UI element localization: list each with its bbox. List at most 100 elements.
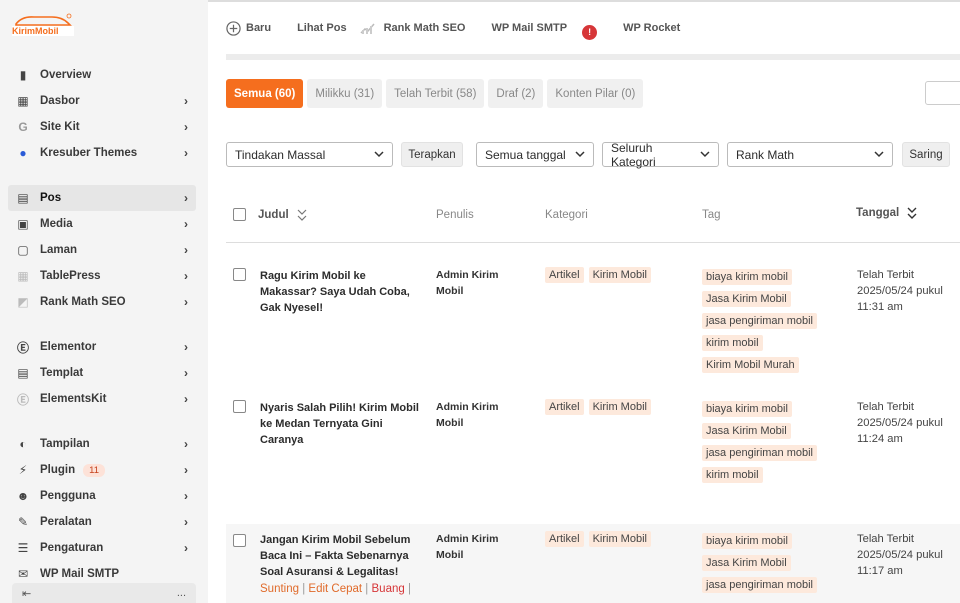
chevron-right-icon: › bbox=[184, 463, 188, 477]
post-title-link[interactable]: Ragu Kirim Mobil ke Makassar? Saya Udah … bbox=[260, 268, 420, 316]
sidebar-item-media[interactable]: ▣ Media › bbox=[8, 211, 196, 237]
category-chip[interactable]: Artikel bbox=[545, 267, 584, 283]
filter-tab[interactable]: Semua (60) bbox=[226, 79, 304, 108]
tag-chip[interactable]: biaya kirim mobil bbox=[702, 401, 792, 417]
tag-chip[interactable]: biaya kirim mobil bbox=[702, 533, 792, 549]
filter-button[interactable]: Saring bbox=[902, 142, 950, 167]
tag-chip[interactable]: kirim mobil bbox=[702, 467, 763, 483]
row-actions: Sunting | Edit Cepat | Buang | bbox=[260, 583, 411, 595]
sidebar-item-site-kit[interactable]: G Site Kit › bbox=[8, 114, 196, 140]
chevron-down-icon bbox=[700, 151, 710, 158]
tag-chip[interactable]: Jasa Kirim Mobil bbox=[702, 555, 791, 571]
wp-rocket-link[interactable]: WP Rocket bbox=[623, 22, 680, 34]
mail-icon: ✉ bbox=[17, 567, 29, 581]
view-posts-link[interactable]: Lihat Pos bbox=[297, 22, 347, 34]
column-tag: Tag bbox=[702, 209, 721, 221]
sidebar-item-pengaturan[interactable]: ☰ Pengaturan › bbox=[8, 535, 196, 561]
filter-tab[interactable]: Konten Pilar (0) bbox=[547, 79, 644, 108]
post-title-link[interactable]: Nyaris Salah Pilih! Kirim Mobil ke Medan… bbox=[260, 400, 420, 448]
bulk-action-value: Tindakan Massal bbox=[235, 147, 326, 162]
tag-chip[interactable]: jasa pengiriman mobil bbox=[702, 577, 817, 593]
post-author[interactable]: Admin Kirim Mobil bbox=[436, 267, 526, 299]
sidebar-item-label: Rank Math SEO bbox=[40, 296, 126, 308]
quick-edit-link[interactable]: Edit Cepat bbox=[308, 583, 362, 595]
sidebar-item-elementskit[interactable]: Ⓔ ElementsKit › bbox=[8, 386, 196, 412]
row-checkbox[interactable] bbox=[233, 268, 246, 281]
sidebar-item-label: Plugin 11 bbox=[40, 464, 184, 477]
column-title-label: Judul bbox=[258, 209, 289, 221]
table-row: Jangan Kirim Mobil Sebelum Baca Ini – Fa… bbox=[226, 524, 960, 603]
rankmath-icon: ◩ bbox=[17, 295, 29, 309]
post-author[interactable]: Admin Kirim Mobil bbox=[436, 399, 526, 431]
tools-icon: ✎ bbox=[17, 515, 29, 529]
category-chip[interactable]: Kirim Mobil bbox=[588, 267, 651, 283]
tag-chip[interactable]: Jasa Kirim Mobil bbox=[702, 291, 791, 307]
category-chip[interactable]: Kirim Mobil bbox=[588, 531, 651, 547]
row-checkbox[interactable] bbox=[233, 534, 246, 547]
category-filter-select[interactable]: Seluruh Kategori bbox=[602, 140, 719, 169]
nav-gap bbox=[8, 412, 196, 431]
trash-link[interactable]: Buang bbox=[372, 583, 405, 595]
category-filter-value: Seluruh Kategori bbox=[611, 140, 656, 169]
select-all-checkbox[interactable] bbox=[233, 208, 246, 221]
filter-tab[interactable]: Telah Terbit (58) bbox=[386, 79, 485, 108]
sidebar-item-dasbor[interactable]: ▦ Dasbor › bbox=[8, 88, 196, 114]
edit-link[interactable]: Sunting bbox=[260, 583, 299, 595]
tag-chip[interactable]: Jasa Kirim Mobil bbox=[702, 423, 791, 439]
column-date[interactable]: Tanggal bbox=[856, 207, 917, 219]
new-button[interactable]: Baru bbox=[226, 20, 284, 36]
date-filter-select[interactable]: Semua tanggal bbox=[476, 142, 594, 167]
category-chip[interactable]: Artikel bbox=[545, 531, 584, 547]
sidebar-item-overview[interactable]: ▮ Overview bbox=[8, 62, 196, 88]
tag-chip[interactable]: biaya kirim mobil bbox=[702, 269, 792, 285]
filter-tab[interactable]: Draf (2) bbox=[488, 79, 544, 108]
dashboard-icon: ▦ bbox=[17, 94, 29, 108]
tag-chip[interactable]: kirim mobil bbox=[702, 335, 763, 351]
sidebar-item-elementor[interactable]: Ⓔ Elementor › bbox=[8, 334, 196, 360]
sidebar-item-tablepress[interactable]: ▦ TablePress › bbox=[8, 263, 196, 289]
chevron-right-icon: › bbox=[184, 191, 188, 205]
sidebar-item-kresuber-themes[interactable]: ● Kresuber Themes › bbox=[8, 140, 196, 166]
column-category: Kategori bbox=[545, 209, 588, 221]
tag-chip[interactable]: jasa pengiriman mobil bbox=[702, 313, 817, 329]
chevron-down-icon bbox=[874, 151, 884, 158]
sidebar-item-rank-math-seo[interactable]: ◩ Rank Math SEO › bbox=[8, 289, 196, 315]
sidebar-item-peralatan[interactable]: ✎ Peralatan › bbox=[8, 509, 196, 535]
media-icon: ▣ bbox=[17, 217, 29, 231]
sidebar-item-label: Dasbor bbox=[40, 95, 80, 107]
sidebar-item-laman[interactable]: ▢ Laman › bbox=[8, 237, 196, 263]
row-checkbox[interactable] bbox=[233, 400, 246, 413]
chevron-right-icon: › bbox=[184, 515, 188, 529]
sidebar-item-pengguna[interactable]: ☻ Pengguna › bbox=[8, 483, 196, 509]
search-input[interactable] bbox=[925, 81, 960, 105]
apply-button[interactable]: Terapkan bbox=[401, 142, 463, 167]
tag-chip[interactable]: Kirim Mobil Murah bbox=[702, 357, 799, 373]
tag-chip[interactable]: jasa pengiriman mobil bbox=[702, 445, 817, 461]
themes-circle-icon: ● bbox=[19, 146, 27, 160]
sidebar-item-label: Laman bbox=[40, 244, 78, 256]
more-dots[interactable]: ... bbox=[177, 587, 186, 599]
post-status: Telah Terbit bbox=[857, 269, 915, 281]
post-categories: Artikel Kirim Mobil bbox=[545, 399, 656, 415]
template-icon: ▤ bbox=[17, 366, 29, 380]
post-title-link[interactable]: Jangan Kirim Mobil Sebelum Baca Ini – Fa… bbox=[260, 532, 420, 580]
sidebar-item-templat[interactable]: ▤ Templat › bbox=[8, 360, 196, 386]
rankmath-filter-select[interactable]: Rank Math bbox=[727, 142, 893, 167]
posts-table-header: Judul Penulis Kategori Tag Tanggal bbox=[226, 200, 960, 243]
sidebar-item-pos[interactable]: ▤ Pos › bbox=[8, 185, 196, 211]
collapse-icon[interactable]: ⇤ bbox=[22, 587, 31, 600]
collapse-menu-bar[interactable]: ⇤ ... bbox=[12, 583, 196, 603]
main-content: Baru Lihat Pos Rank Math SEO WP Mail SMT… bbox=[208, 0, 960, 603]
category-chip[interactable]: Kirim Mobil bbox=[588, 399, 651, 415]
column-title[interactable]: Judul bbox=[258, 209, 307, 221]
sidebar-item-plugin[interactable]: ⚡ Plugin 11 › bbox=[8, 457, 196, 483]
rank-math-link[interactable]: Rank Math SEO bbox=[360, 22, 479, 34]
category-chip[interactable]: Artikel bbox=[545, 399, 584, 415]
wp-mail-smtp-link[interactable]: WP Mail SMTP ! bbox=[491, 17, 610, 40]
nav-gap bbox=[8, 166, 196, 185]
bulk-action-select[interactable]: Tindakan Massal bbox=[226, 142, 393, 167]
sidebar-item-tampilan[interactable]: ◐ Tampilan › bbox=[8, 431, 196, 457]
post-date-value: 2025/05/24 pukul 11:31 am bbox=[857, 285, 943, 313]
filter-tab[interactable]: Milikku (31) bbox=[307, 79, 383, 108]
post-author[interactable]: Admin Kirim Mobil bbox=[436, 531, 526, 563]
